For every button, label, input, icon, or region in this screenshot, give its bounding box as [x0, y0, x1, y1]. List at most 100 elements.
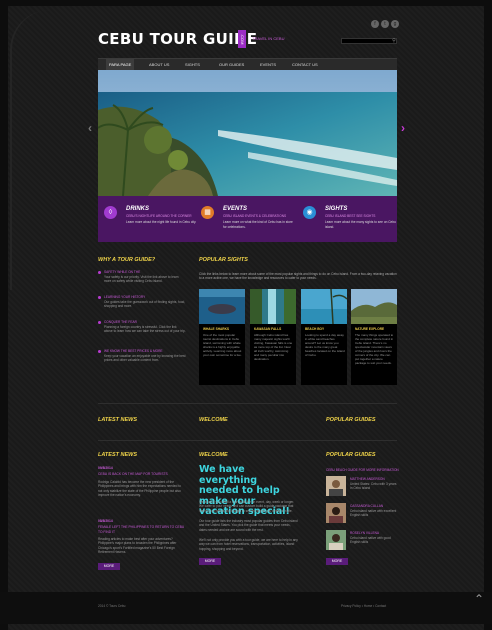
popular-sights-heading: POPULAR SIGHTS	[199, 257, 248, 263]
feature-subtitle: CEBU ISLAND BEST SEE SIGHTS	[325, 214, 376, 218]
guide-item[interactable]: MATTHEW ANDERSON United States: Cebu wit…	[326, 476, 397, 498]
sight-image	[199, 289, 245, 324]
welcome-paragraph: We'll not only provide you with a tour g…	[199, 538, 298, 551]
bullet-icon	[98, 296, 101, 299]
guide-item[interactable]: ROSELYN VILLENA Cebu island native with …	[326, 530, 397, 552]
why-item-desc: Keep your vacation an enjoyable one by k…	[104, 354, 186, 363]
tagline: TRAVEL IN CEBU	[252, 36, 285, 41]
search-icon[interactable]: ⚲	[391, 38, 397, 44]
facebook-icon[interactable]: f	[371, 20, 379, 28]
sight-card[interactable]: WHALE SHARKS One of the most popular tou…	[199, 289, 245, 385]
why-item-title[interactable]: LEARNING YOUR HISTORY	[104, 295, 145, 299]
feature-subtitle: CEBU ISLAND EVENTS & CELEBRATIONS	[223, 214, 287, 218]
sight-desc: Although Cebu island has many majestic s…	[254, 333, 293, 361]
why-item-title[interactable]: SAFETY WHILE ON THE	[104, 270, 140, 274]
slider-prev-icon[interactable]: ‹	[88, 121, 92, 135]
feature-events[interactable]: ▦ EVENTS CEBU ISLAND EVENTS & CELEBRATIO…	[201, 206, 297, 236]
why-item: WE KNOW THE BEST PRICES & MORE Keep your…	[98, 349, 186, 371]
sight-desc: One of the most popular tourist destinat…	[203, 333, 242, 357]
why-item: LEARNING YOUR HISTORY Our guides take th…	[98, 295, 186, 315]
back-to-top-icon[interactable]: ⌃	[474, 592, 484, 606]
guide-desc: United States: Cebu with 3 years in Cebu…	[350, 482, 397, 491]
bullet-icon	[98, 271, 101, 274]
why-heading: WHY A TOUR GUIDE?	[98, 257, 156, 263]
guide-desc: Cebu island native with good English ski…	[350, 536, 391, 545]
popular-guides-title: POPULAR GUIDES	[326, 452, 376, 458]
news-text: Reading articles to make best after your…	[98, 537, 177, 554]
news-date: 09/8/2014	[98, 466, 113, 470]
latest-news-heading: LATEST NEWS	[98, 417, 138, 423]
feature-sights[interactable]: ◉ SIGHTS CEBU ISLAND BEST SEE SIGHTS Lea…	[303, 206, 399, 236]
guides-more-button[interactable]: MORE	[326, 558, 348, 565]
search-input[interactable]	[341, 38, 397, 44]
guide-name: CASSANDRA CULLAN	[350, 504, 384, 508]
sight-image	[301, 288, 348, 325]
welcome-paragraph: We know if you need a tour guide for an …	[199, 500, 295, 513]
page: { "header": { "logo": "CEBU TOUR GUIDE",…	[0, 0, 492, 630]
guides-subheading: CEBU BEACH GUIDE FOR MORE INFORMATION	[326, 468, 399, 472]
welcome-heading: WELCOME	[199, 417, 228, 423]
feature-title: DRINKS	[126, 206, 150, 212]
features-bar: ◊ DRINKS CEBU'S NIGHTLIFE AROUND THE COR…	[98, 196, 397, 242]
bullet-icon	[98, 350, 101, 353]
feature-title: SIGHTS	[325, 206, 348, 212]
popular-intro: Click the links below to learn more abou…	[199, 272, 397, 281]
sight-image	[351, 289, 397, 324]
news-title[interactable]: CEBU IS BACK ON THE MAP FOR TOURISTS	[98, 472, 186, 477]
news-text: Rodrigo Calabid has become the new presi…	[98, 480, 181, 497]
glass-icon: ◊	[104, 206, 117, 219]
welcome-paragraph: Our tour guide lists the industry most p…	[199, 519, 298, 532]
bullet-icon	[98, 321, 101, 324]
sight-desc: Looking to spend a day away in white san…	[305, 333, 345, 357]
sight-card[interactable]: NATURE EXPLORE The many things operated …	[351, 289, 397, 385]
hero-slider[interactable]	[98, 70, 397, 196]
sight-card[interactable]: BEACH BOY Looking to spend a day away in…	[301, 288, 348, 385]
welcome-title: WELCOME	[199, 452, 228, 458]
why-item-title[interactable]: CONQUER THE FEAR	[104, 320, 137, 324]
popular-guides-heading: POPULAR GUIDES	[326, 417, 376, 423]
sight-title: WHALE SHARKS	[203, 327, 230, 331]
guide-item[interactable]: CASSANDRA CULLAN Cebu island native with…	[326, 503, 397, 525]
sight-title: KAWASAN FALLS	[254, 327, 282, 331]
feature-drinks[interactable]: ◊ DRINKS CEBU'S NIGHTLIFE AROUND THE COR…	[104, 206, 200, 236]
news-date: 08/8/2014	[98, 519, 113, 523]
why-item-desc: Planning a foreign country is stressful.…	[104, 325, 186, 334]
sight-title: NATURE EXPLORE	[355, 327, 385, 331]
why-item: SAFETY WHILE ON THE Your safety is our p…	[98, 270, 186, 290]
guide-desc: Cebu island native with excellent Englis…	[350, 509, 397, 518]
feature-subtitle: CEBU'S NIGHTLIFE AROUND THE CORNER	[126, 214, 192, 218]
news-more-button[interactable]: MORE	[98, 563, 120, 570]
hero-image	[98, 70, 397, 196]
sight-card[interactable]: KAWASAN FALLS Although Cebu island has m…	[250, 289, 296, 385]
main-nav: PARA PAGE ABOUT US SIGHTS OUR GUIDES EVE…	[98, 58, 397, 71]
right-frame	[484, 0, 492, 630]
news-title[interactable]: FEMALE LEFT THE PHILIPPINES TO RETURN TO…	[98, 525, 186, 534]
latest-news-title: LATEST NEWS	[98, 452, 138, 458]
camera-icon: ◉	[303, 206, 316, 219]
why-item-desc: Your safety is our priority. Visit the l…	[104, 275, 179, 284]
logo-suffix: .COM	[238, 30, 246, 48]
calendar-icon: ▦	[201, 206, 214, 219]
why-item-title[interactable]: WE KNOW THE BEST PRICES & MORE	[104, 349, 163, 353]
google-plus-icon[interactable]: g	[391, 20, 399, 28]
guide-name: MATTHEW ANDERSON	[350, 477, 385, 481]
divider	[98, 403, 397, 404]
background-decoration	[10, 10, 90, 290]
sight-desc: The many things operated to the complete…	[355, 333, 394, 365]
feature-desc: Learn more on what the kind of Cebu has …	[223, 220, 293, 229]
feature-title: EVENTS	[223, 206, 248, 212]
top-frame	[0, 0, 492, 6]
welcome-more-button[interactable]: MORE	[199, 558, 221, 565]
site-logo[interactable]: CEBU TOUR GUIDE	[98, 30, 257, 48]
sight-title: BEACH BOY	[305, 327, 325, 331]
avatar	[326, 530, 346, 550]
slider-next-icon[interactable]: ›	[401, 121, 405, 135]
twitter-icon[interactable]: t	[381, 20, 389, 28]
feature-desc: Learn more about the night life found in…	[126, 220, 197, 224]
avatar	[326, 476, 346, 496]
footer-links[interactable]: Privacy Policy • Home • Contact	[341, 604, 386, 608]
footer	[0, 592, 492, 624]
why-item: CONQUER THE FEAR Planning a foreign coun…	[98, 320, 186, 342]
why-item-desc: Our guides take the guesswork out of fin…	[104, 300, 186, 309]
guide-name: ROSELYN VILLENA	[350, 531, 379, 535]
